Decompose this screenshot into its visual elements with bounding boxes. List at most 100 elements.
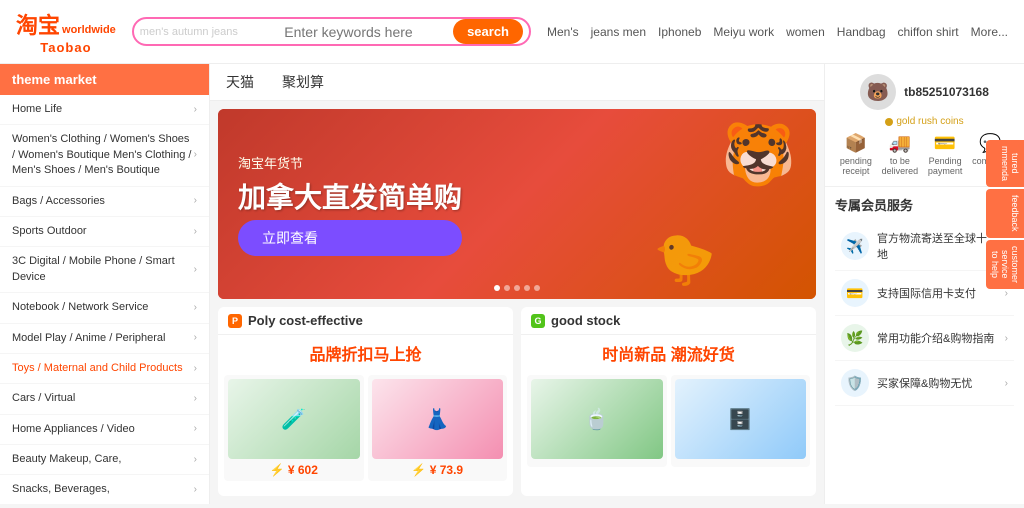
nav-link[interactable]: Iphoneb: [658, 25, 701, 39]
sidebar-item-label: Beauty Makeup, Care,: [12, 452, 121, 467]
product-image: 🍵: [531, 379, 663, 459]
nav-link[interactable]: More...: [971, 25, 1008, 39]
sidebar-item[interactable]: Snacks, Beverages, ›: [0, 475, 209, 504]
member-service-icon: 💳: [841, 279, 869, 307]
sidebar-item-label: Model Play / Anime / Peripheral: [12, 331, 165, 346]
member-service-icon: 🛡️: [841, 369, 869, 397]
nav-link[interactable]: Handbag: [837, 25, 886, 39]
sidebar-item-label: Cars / Virtual: [12, 391, 75, 406]
chevron-right-icon: ›: [194, 362, 197, 376]
sidebar-item-label: Snacks, Beverages,: [12, 482, 110, 497]
sidebar-item-label: Home Life: [12, 102, 62, 117]
product-item[interactable]: 🧪 ⚡ ¥ 602: [224, 375, 364, 481]
banner-cta-button[interactable]: 立即查看: [238, 220, 462, 256]
product-image: 🗄️: [675, 379, 807, 459]
username: tb85251073168: [904, 85, 989, 99]
product-promo-text: 品牌折扣马上抢: [218, 335, 513, 371]
lightning-icon: ⚡: [270, 463, 285, 477]
sidebar-item[interactable]: Cars / Virtual›: [0, 384, 209, 414]
sidebar-item-label: Women's Clothing / Women's Shoes / Women…: [12, 132, 194, 178]
chevron-right-icon: ›: [194, 225, 197, 239]
member-service-text: 支持国际信用卡支付: [877, 285, 997, 301]
banner: 淘宝年货节 加拿大直发简单购 立即查看 🐯 🐤: [218, 109, 816, 299]
banner-dots: [494, 285, 540, 291]
sidebar-item[interactable]: Notebook / Network Service›: [0, 293, 209, 323]
header: 淘宝 worldwide Taobao men's autumn jeans s…: [0, 0, 1024, 64]
logo-en: Taobao: [40, 40, 91, 55]
sidebar-item[interactable]: Women's Clothing / Women's Shoes / Women…: [0, 125, 209, 186]
chevron-right-icon: ›: [194, 483, 197, 497]
sidebar-item-label: Bags / Accessories: [12, 194, 105, 209]
user-action-label: Pending payment: [928, 156, 963, 176]
chevron-right-icon: ›: [194, 148, 197, 162]
product-price: ⚡ ¥ 602: [228, 463, 360, 477]
section-badge: P: [228, 314, 242, 328]
member-service-text: 官方物流寄送至全球十地: [877, 230, 997, 262]
member-service-icon: ✈️: [841, 232, 869, 260]
side-tab[interactable]: customer service to help: [986, 240, 1024, 289]
product-image: 👗: [372, 379, 504, 459]
side-tab[interactable]: tured mmenda: [986, 140, 1024, 187]
nav-link[interactable]: Men's: [547, 25, 579, 39]
user-avatar-row: 🐻 tb85251073168: [835, 74, 1014, 110]
member-service-item[interactable]: 🛡️ 买家保障&购物无忧 ›: [835, 361, 1014, 406]
member-service-text: 买家保障&购物无忧: [877, 375, 997, 391]
chevron-right-icon: ›: [194, 194, 197, 208]
product-section: Ggood stock时尚新品 潮流好货🍵🗄️: [521, 307, 816, 496]
tab[interactable]: 天猫: [222, 70, 258, 94]
product-item[interactable]: 🍵: [527, 375, 667, 467]
nav-link[interactable]: Meiyu work: [713, 25, 774, 39]
gold-badge: gold rush coins: [835, 116, 1014, 127]
sidebar-header: theme market: [0, 64, 209, 95]
section-title: good stock: [551, 313, 620, 328]
sidebar-item[interactable]: Bags / Accessories ›: [0, 187, 209, 217]
logo-suffix: worldwide: [62, 24, 116, 36]
product-item[interactable]: 🗄️: [671, 375, 811, 467]
nav-link[interactable]: chiffon shirt: [898, 25, 959, 39]
nav-link[interactable]: jeans men: [591, 25, 646, 39]
user-action-icon: 💳: [934, 133, 956, 154]
tabs-row: 天猫聚划算: [210, 64, 824, 101]
sidebar-item-label: Toys / Maternal and Child Products: [12, 361, 183, 376]
side-tabs: tured mmendafeedbackcustomer service to …: [986, 140, 1024, 289]
product-item[interactable]: 👗⚡ ¥ 73.9: [368, 375, 508, 481]
sidebar-item[interactable]: 3C Digital / Mobile Phone / Smart Device…: [0, 247, 209, 293]
chevron-right-icon: ›: [194, 301, 197, 315]
products-row: PPoly cost-effective品牌折扣马上抢🧪⚡ ¥ 602👗⚡ ¥ …: [210, 307, 824, 504]
sidebar-item[interactable]: Toys / Maternal and Child Products ›: [0, 354, 209, 384]
product-items: 🧪 ⚡ ¥ 602 👗⚡ ¥ 73.9: [218, 371, 513, 485]
product-image: 🧪: [228, 379, 360, 459]
member-service-item[interactable]: 🌿常用功能介绍&购物指南›: [835, 316, 1014, 361]
user-action-icon: 📦: [845, 133, 867, 154]
user-action[interactable]: 🚚to be delivered: [882, 133, 919, 176]
side-tab[interactable]: feedback: [986, 189, 1024, 238]
sidebar-item[interactable]: Home Appliances / Video›: [0, 415, 209, 445]
chevron-right-icon: ›: [194, 331, 197, 345]
search-input[interactable]: [244, 24, 453, 40]
sidebar-item[interactable]: Model Play / Anime / Peripheral ›: [0, 324, 209, 354]
logo: 淘宝 worldwide Taobao: [16, 8, 116, 55]
chevron-right-icon: ›: [194, 422, 197, 436]
sidebar-item[interactable]: Home Life ›: [0, 95, 209, 125]
user-action-icon: 🚚: [889, 133, 911, 154]
user-action[interactable]: 💳Pending payment: [928, 133, 963, 176]
nav-link[interactable]: women: [786, 25, 825, 39]
user-action-label: to be delivered: [882, 156, 919, 176]
sidebar-item[interactable]: Sports Outdoor›: [0, 217, 209, 247]
chevron-right-icon: ›: [1005, 378, 1008, 389]
member-service-text: 常用功能介绍&购物指南: [877, 330, 997, 346]
nav-links: Men's jeans men Iphoneb Meiyu work women Hand…: [547, 25, 1008, 39]
chevron-right-icon: ›: [194, 103, 197, 117]
banner-decoration-right: 🐯: [721, 119, 796, 190]
search-button[interactable]: search: [453, 19, 523, 44]
gold-badge-label: gold rush coins: [896, 116, 963, 127]
tab[interactable]: 聚划算: [278, 70, 328, 94]
search-bar: men's autumn jeans search: [132, 17, 531, 46]
product-promo-text: 时尚新品 潮流好货: [521, 335, 816, 371]
user-action[interactable]: 📦pending receipt: [840, 133, 872, 176]
banner-decoration-bottom: 🐤: [654, 230, 716, 289]
section-badge: G: [531, 314, 545, 328]
product-items: 🍵🗄️: [521, 371, 816, 471]
sidebar-item[interactable]: Beauty Makeup, Care,›: [0, 445, 209, 475]
logo-cn: 淘宝: [16, 8, 60, 40]
